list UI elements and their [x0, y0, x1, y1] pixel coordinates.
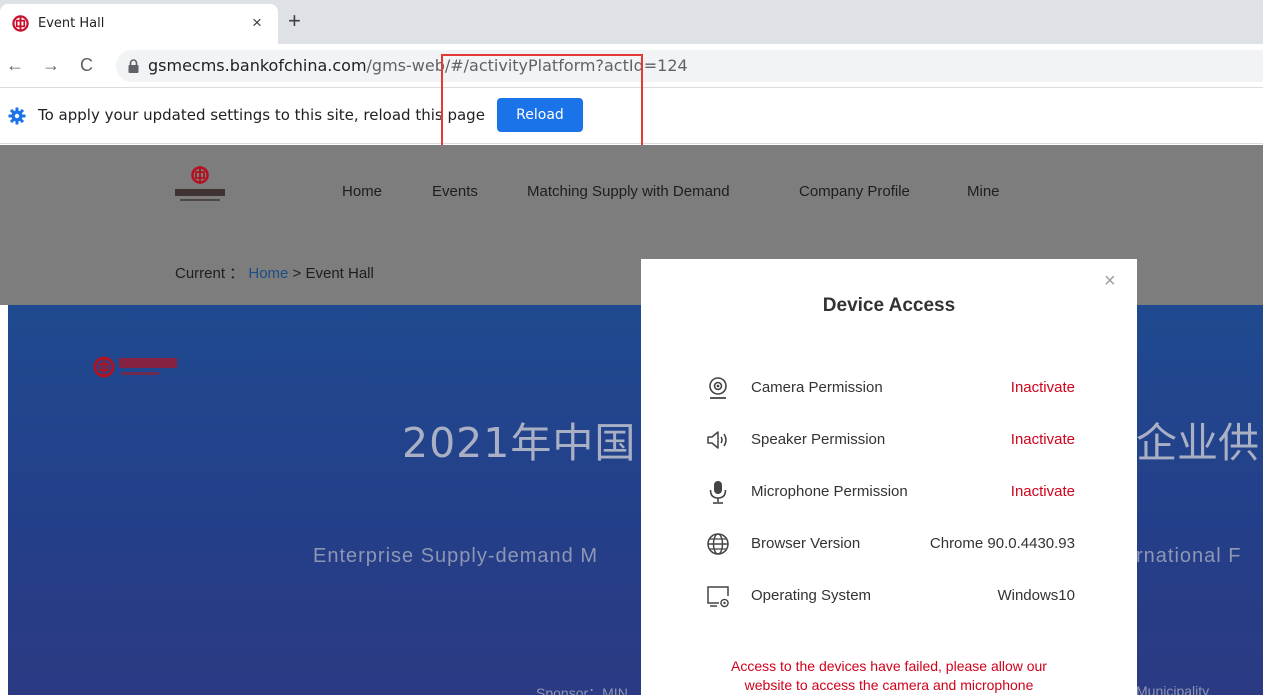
device-access-error-message: Access to the devices have failed, pleas… [691, 657, 1087, 695]
speaker-permission-row: Speaker Permission Inactivate [705, 427, 1075, 453]
nav-events[interactable]: Events [432, 183, 478, 200]
refresh-icon[interactable]: C [80, 54, 93, 76]
browser-tab[interactable]: Event Hall × [0, 4, 278, 44]
bank-of-china-logo[interactable] [172, 165, 228, 205]
bank-of-china-favicon-icon [12, 15, 29, 32]
microphone-permission-label: Microphone Permission [751, 483, 908, 500]
monitor-icon [707, 586, 729, 608]
close-icon[interactable]: × [1104, 270, 1116, 292]
speaker-permission-status: Inactivate [1010, 431, 1075, 448]
highlight-annotation [441, 54, 643, 157]
camera-permission-row: Camera Permission Inactivate [705, 375, 1075, 401]
banner-sponsor-left: Sponsor：MIN [536, 685, 628, 695]
new-tab-icon[interactable]: + [288, 8, 301, 34]
bank-of-china-banner-logo [93, 356, 177, 378]
breadcrumb-separator: > [292, 265, 302, 282]
speaker-icon [707, 431, 727, 449]
infobar-message: To apply your updated settings to this s… [38, 106, 485, 124]
nav-matching-supply-demand[interactable]: Matching Supply with Demand [527, 183, 730, 200]
banner-sponsor-right: Municipality [1136, 683, 1210, 695]
address-bar[interactable]: gsmecms.bankofchina.com/gms-web/#/activi… [116, 50, 1263, 82]
camera-permission-label: Camera Permission [751, 379, 883, 396]
dialog-title: Device Access [822, 295, 956, 316]
forward-icon[interactable]: → [42, 54, 60, 76]
banner-subtitle-right: rnational F [1136, 545, 1242, 567]
back-icon[interactable]: ← [6, 54, 24, 76]
breadcrumb-prefix: Current ： [175, 265, 245, 282]
operating-system-label: Operating System [751, 587, 872, 604]
browser-version-value: Chrome 90.0.4430.93 [929, 535, 1075, 552]
nav-company-profile[interactable]: Company Profile [799, 183, 910, 200]
url-host: gsmecms.bankofchina.com [148, 56, 367, 75]
breadcrumb-current: Event Hall [305, 265, 374, 282]
microphone-icon [709, 481, 727, 504]
globe-icon [707, 533, 729, 555]
tab-strip: Event Hall × + [0, 0, 1263, 44]
breadcrumb: Current ： Home > Event Hall [175, 262, 374, 283]
microphone-permission-row: Microphone Permission Inactivate [705, 479, 1075, 505]
tab-title: Event Hall [38, 16, 105, 31]
close-tab-icon[interactable]: × [252, 13, 262, 33]
operating-system-value: Windows10 [997, 587, 1075, 604]
settings-gear-icon [8, 107, 26, 125]
browser-version-row: Browser Version Chrome 90.0.4430.93 [705, 531, 1075, 557]
camera-icon [709, 377, 727, 399]
browser-version-label: Browser Version [751, 535, 861, 552]
nav-home[interactable]: Home [342, 183, 382, 200]
camera-permission-status: Inactivate [1010, 379, 1075, 396]
nav-mine[interactable]: Mine [967, 183, 1000, 200]
breadcrumb-home-link[interactable]: Home [248, 265, 288, 282]
banner-title-right: 企业供 [1136, 419, 1259, 467]
device-access-dialog: × Device Access Camera Permission Inacti… [641, 259, 1137, 695]
banner-subtitle-left: Enterprise Supply-demand M [313, 545, 599, 567]
microphone-permission-status: Inactivate [1010, 483, 1075, 500]
speaker-permission-label: Speaker Permission [751, 431, 886, 448]
error-line-2: website to access the camera and microph… [744, 677, 1034, 693]
error-line-1: Access to the devices have failed, pleas… [731, 658, 1047, 674]
operating-system-row: Operating System Windows10 [705, 583, 1075, 609]
lock-icon [128, 59, 139, 73]
banner-title-left: 2021年中国 [402, 419, 637, 467]
